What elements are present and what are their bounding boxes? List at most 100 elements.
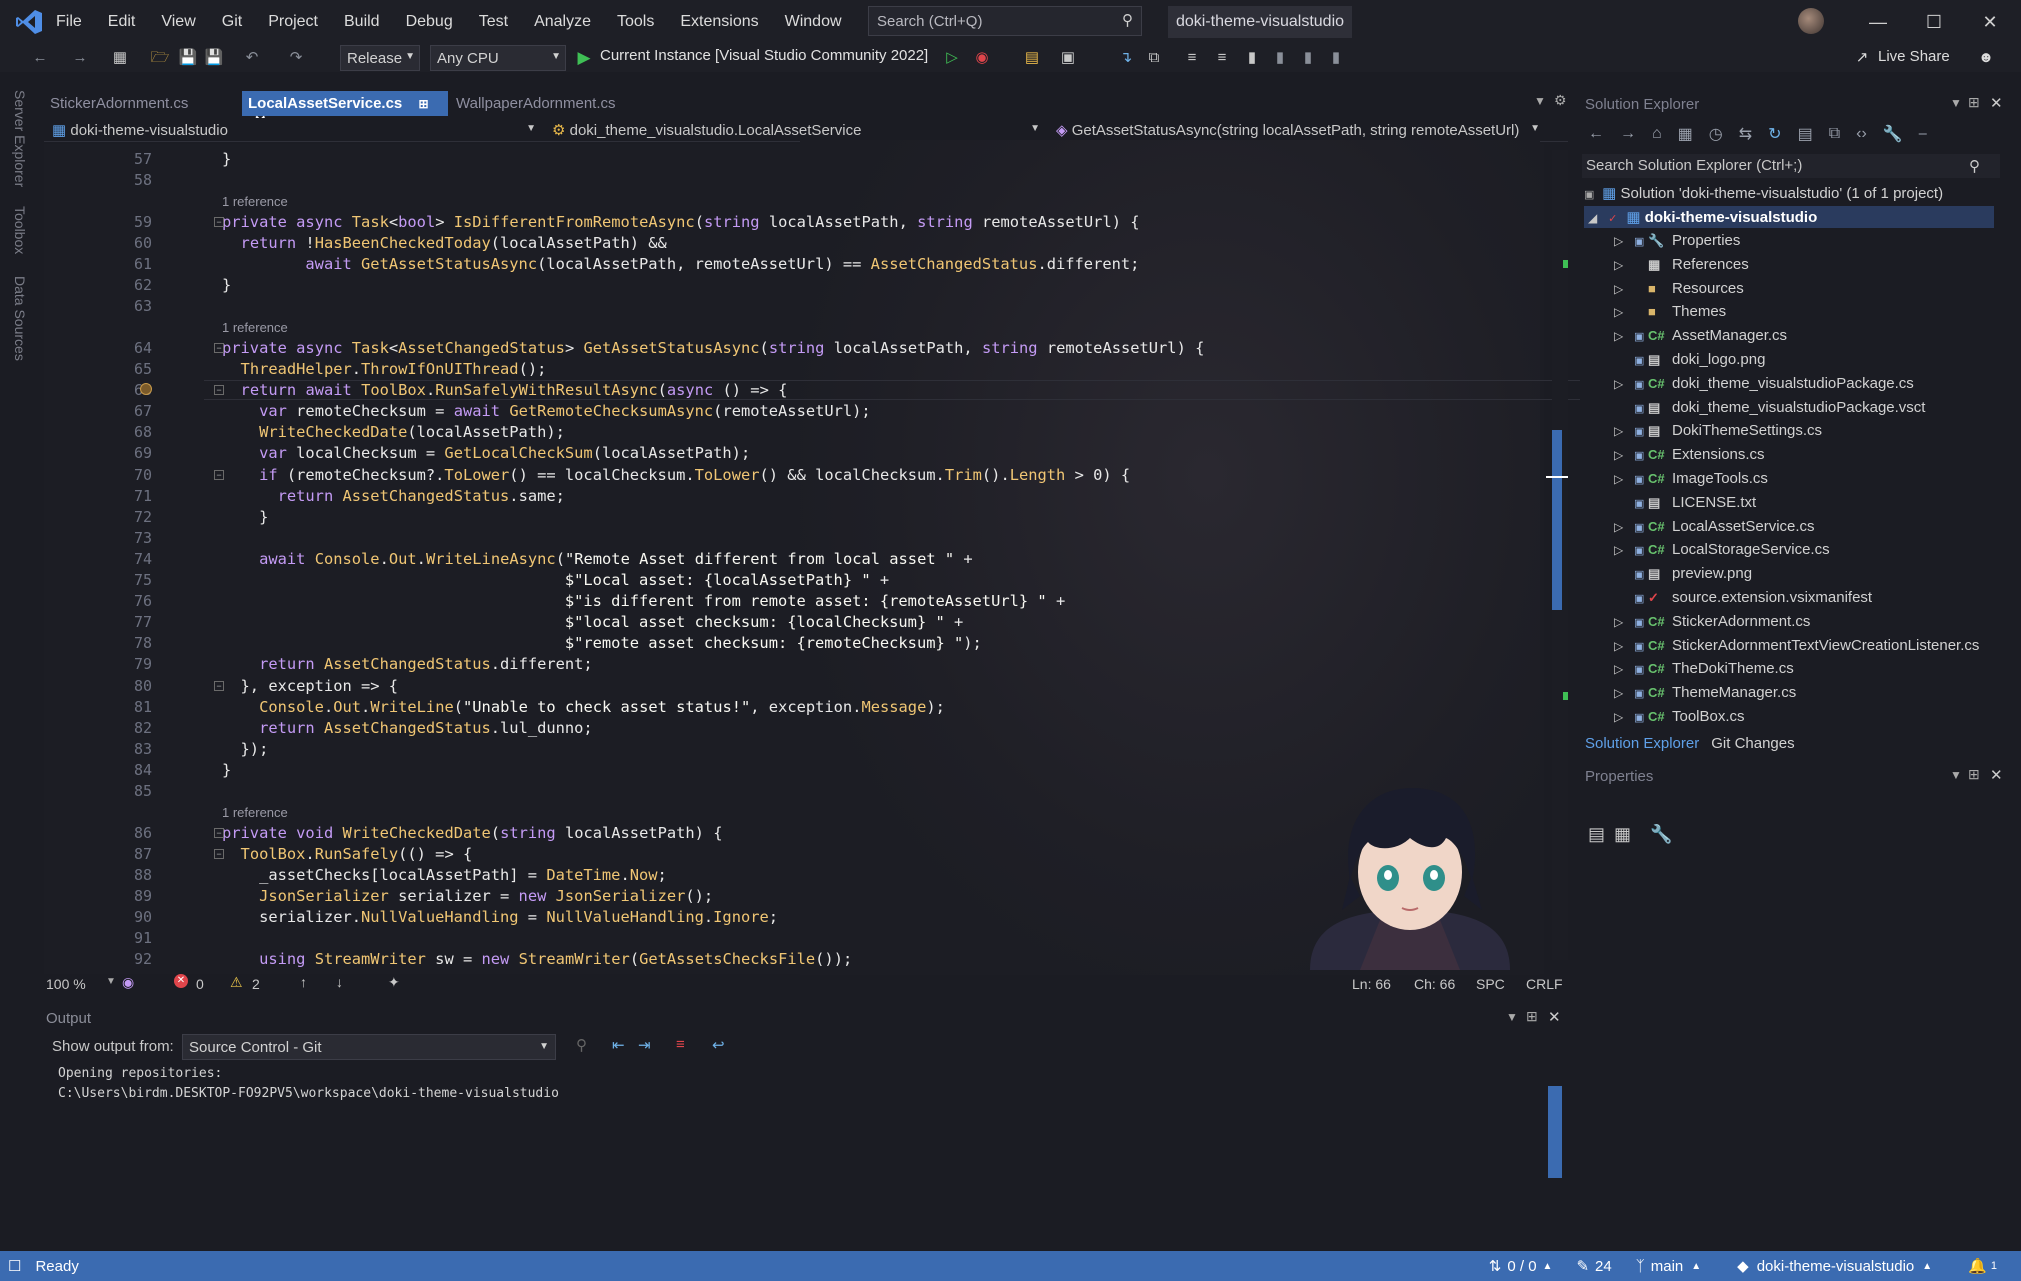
data-sources-tab[interactable]: Data Sources bbox=[12, 276, 28, 361]
code-line[interactable]: $"remote asset checksum: {remoteChecksum… bbox=[222, 634, 982, 652]
pin-icon[interactable]: ⊞ bbox=[418, 97, 428, 111]
output-text[interactable]: Opening repositories: C:\Users\birdm.DES… bbox=[58, 1064, 559, 1104]
back-icon[interactable]: ← bbox=[1588, 125, 1604, 143]
class-dropdown[interactable]: ⚙ doki_theme_visualstudio.LocalAssetServ… bbox=[546, 119, 1044, 141]
tab-git-changes[interactable]: Git Changes bbox=[1711, 735, 1794, 752]
code-line[interactable]: WriteCheckedDate(localAssetPath); bbox=[222, 423, 565, 441]
solution-search-input[interactable]: Search Solution Explorer (Ctrl+;) ⚲ bbox=[1582, 154, 2000, 178]
tree-item[interactable]: ▷ ▣ C# StickerAdornment.cs bbox=[1584, 613, 1994, 637]
bookmark-icon[interactable]: ▮ bbox=[1242, 48, 1262, 68]
line-number[interactable]: Ln: 66 bbox=[1352, 976, 1391, 992]
sync-count[interactable]: 0 / 0 bbox=[1507, 1258, 1536, 1275]
zoom-level[interactable]: 100 % bbox=[46, 976, 86, 992]
platform-select[interactable]: Any CPU ▼ bbox=[430, 45, 566, 71]
tree-item[interactable]: ▷ ▣ C# Extensions.cs bbox=[1584, 446, 1994, 470]
settings-gear-icon[interactable]: ⚙ bbox=[1554, 92, 1567, 109]
fold-toggle-icon[interactable]: − bbox=[214, 680, 224, 691]
menu-item-extensions[interactable]: Extensions bbox=[680, 13, 758, 31]
code-line[interactable]: private async Task<AssetChangedStatus> G… bbox=[222, 339, 1204, 357]
property-pages-icon[interactable]: ▦ bbox=[1614, 824, 1631, 845]
tree-item[interactable]: ▷ ▣ C# AssetManager.cs bbox=[1584, 327, 1994, 351]
forward-icon[interactable]: → bbox=[70, 48, 90, 68]
history-icon[interactable]: ◷ bbox=[1709, 124, 1723, 144]
find-message-icon[interactable]: ⚲ bbox=[576, 1036, 587, 1054]
tree-item[interactable]: ▷ ▣ C# ThemeManager.cs bbox=[1584, 684, 1994, 708]
branch-name[interactable]: main bbox=[1651, 1258, 1684, 1275]
expand-right-icon[interactable]: ▷ bbox=[1584, 377, 1634, 391]
tree-item[interactable]: ▣ ✓ source.extension.vsixmanifest bbox=[1584, 589, 1994, 613]
home-icon[interactable]: ⌂ bbox=[1652, 125, 1662, 143]
tree-item[interactable]: ▷ ■ Resources bbox=[1584, 280, 1994, 304]
menu-item-tools[interactable]: Tools bbox=[617, 13, 654, 31]
code-line[interactable]: if (remoteChecksum?.ToLower() == localCh… bbox=[222, 466, 1130, 484]
code-line[interactable]: var remoteChecksum = await GetRemoteChec… bbox=[222, 402, 871, 420]
prev-bookmark-icon[interactable]: ▮ bbox=[1270, 48, 1290, 68]
expand-right-icon[interactable]: ▷ bbox=[1584, 686, 1634, 700]
tree-item[interactable]: ▷ ▣ 🔧 Properties bbox=[1584, 232, 1994, 256]
prev-message-icon[interactable]: ⇤ bbox=[612, 1036, 625, 1054]
code-line[interactable]: } bbox=[222, 276, 231, 294]
solution-close-icon[interactable]: ✕ bbox=[1990, 94, 2003, 112]
tree-item[interactable]: ▣ ▤ doki_logo.png bbox=[1584, 351, 1994, 375]
cleanup-icon[interactable]: ✦ bbox=[388, 974, 400, 991]
code-line[interactable]: }); bbox=[222, 740, 269, 758]
tab-solution-explorer[interactable]: Solution Explorer bbox=[1585, 735, 1699, 752]
code-line[interactable]: JsonSerializer serializer = new JsonSeri… bbox=[222, 887, 713, 905]
show-all-files-icon[interactable]: ⧉ bbox=[1829, 125, 1840, 143]
expand-down-icon[interactable]: ◢ bbox=[1584, 211, 1604, 225]
save-icon[interactable]: 💾 bbox=[178, 48, 198, 68]
solution-pin-icon[interactable]: ⊞ bbox=[1968, 94, 1980, 111]
tree-item[interactable]: ▷ ▣ C# StickerAdornmentTextViewCreationList… bbox=[1584, 637, 1994, 661]
output-scroll-thumb[interactable] bbox=[1548, 1086, 1562, 1178]
expand-right-icon[interactable]: ▷ bbox=[1584, 543, 1634, 557]
tab-overflow-icon[interactable]: ▼ bbox=[1534, 94, 1546, 108]
run-target-label[interactable]: Current Instance [Visual Studio Communit… bbox=[600, 47, 928, 64]
code-line[interactable]: ThreadHelper.ThrowIfOnUIThread(); bbox=[222, 360, 547, 378]
menu-item-test[interactable]: Test bbox=[479, 13, 508, 31]
properties-dropdown-icon[interactable]: ▼ bbox=[1950, 768, 1962, 782]
codelens-reference[interactable]: 1 reference bbox=[222, 805, 288, 820]
tree-item[interactable]: ▣ ▤ doki_theme_visualstudioPackage.vsct bbox=[1584, 399, 1994, 423]
code-line[interactable]: } bbox=[222, 150, 231, 168]
zoom-dropdown-icon[interactable]: ▼ bbox=[106, 976, 116, 987]
line-ending[interactable]: CRLF bbox=[1526, 976, 1563, 992]
warning-count[interactable]: 2 bbox=[252, 976, 260, 992]
start-debug-icon[interactable]: ▶ bbox=[574, 48, 594, 68]
notification-bell-icon[interactable]: 🔔 bbox=[1968, 1257, 1987, 1275]
code-line[interactable]: return AssetChangedStatus.lul_dunno; bbox=[222, 719, 593, 737]
prev-issue-icon[interactable]: ↑ bbox=[300, 974, 307, 990]
tree-item[interactable]: ▣ ▤ preview.png bbox=[1584, 565, 1994, 589]
output-source-select[interactable]: Source Control - Git ▼ bbox=[182, 1034, 556, 1060]
search-input[interactable]: Search (Ctrl+Q) ⚲ bbox=[868, 6, 1142, 36]
wrench-icon[interactable]: 🔧 bbox=[1650, 824, 1672, 845]
maximize-button[interactable]: ☐ bbox=[1914, 8, 1954, 36]
pending-edits-count[interactable]: 24 bbox=[1595, 1258, 1612, 1275]
expand-right-icon[interactable]: ▷ bbox=[1584, 258, 1634, 272]
solution-node[interactable]: ▣ ▦ Solution 'doki-theme-visualstudio' (… bbox=[1584, 184, 1994, 208]
tree-item[interactable]: ▷ ▣ C# LocalAssetService.cs bbox=[1584, 518, 1994, 542]
preview-icon[interactable]: ⎯ bbox=[1919, 125, 1927, 143]
fold-toggle-icon[interactable]: − bbox=[214, 342, 224, 353]
menu-item-analyze[interactable]: Analyze bbox=[534, 13, 591, 31]
project-dropdown[interactable]: ▦ doki-theme-visualstudio ▼ bbox=[46, 119, 540, 141]
code-line[interactable]: }, exception => { bbox=[222, 677, 399, 695]
visual-studio-logo-icon[interactable] bbox=[14, 8, 44, 36]
tab-wallpaper-adornment[interactable]: WallpaperAdornment.cs bbox=[450, 91, 622, 116]
code-line[interactable]: serializer.NullValueHandling = NullValue… bbox=[222, 908, 778, 926]
menu-item-file[interactable]: File bbox=[56, 13, 82, 31]
live-share-button[interactable]: Live Share bbox=[1878, 48, 1950, 65]
clear-bookmarks-icon[interactable]: ▮ bbox=[1326, 48, 1346, 68]
tab-local-asset-service[interactable]: LocalAssetService.cs ⊞ ✕ bbox=[242, 91, 448, 130]
redo-icon[interactable]: ↷ bbox=[286, 48, 306, 68]
fold-toggle-icon[interactable]: − bbox=[214, 216, 224, 227]
repo-name[interactable]: doki-theme-visualstudio bbox=[1757, 1258, 1915, 1275]
forward-icon[interactable]: → bbox=[1620, 125, 1636, 143]
collapse-all-icon[interactable]: ▤ bbox=[1798, 124, 1813, 144]
properties-pin-icon[interactable]: ⊞ bbox=[1968, 766, 1980, 783]
code-line[interactable]: return !HasBeenCheckedToday(localAssetPa… bbox=[222, 234, 667, 252]
tree-item[interactable]: ▷ ▣ C# doki_theme_visualstudioPackage.cs bbox=[1584, 375, 1994, 399]
code-line[interactable]: private async Task<bool> IsDifferentFrom… bbox=[222, 213, 1140, 231]
fold-toggle-icon[interactable]: − bbox=[214, 469, 224, 480]
code-line[interactable]: Console.Out.WriteLine("Unable to check a… bbox=[222, 698, 945, 716]
expand-right-icon[interactable]: ▷ bbox=[1584, 448, 1634, 462]
